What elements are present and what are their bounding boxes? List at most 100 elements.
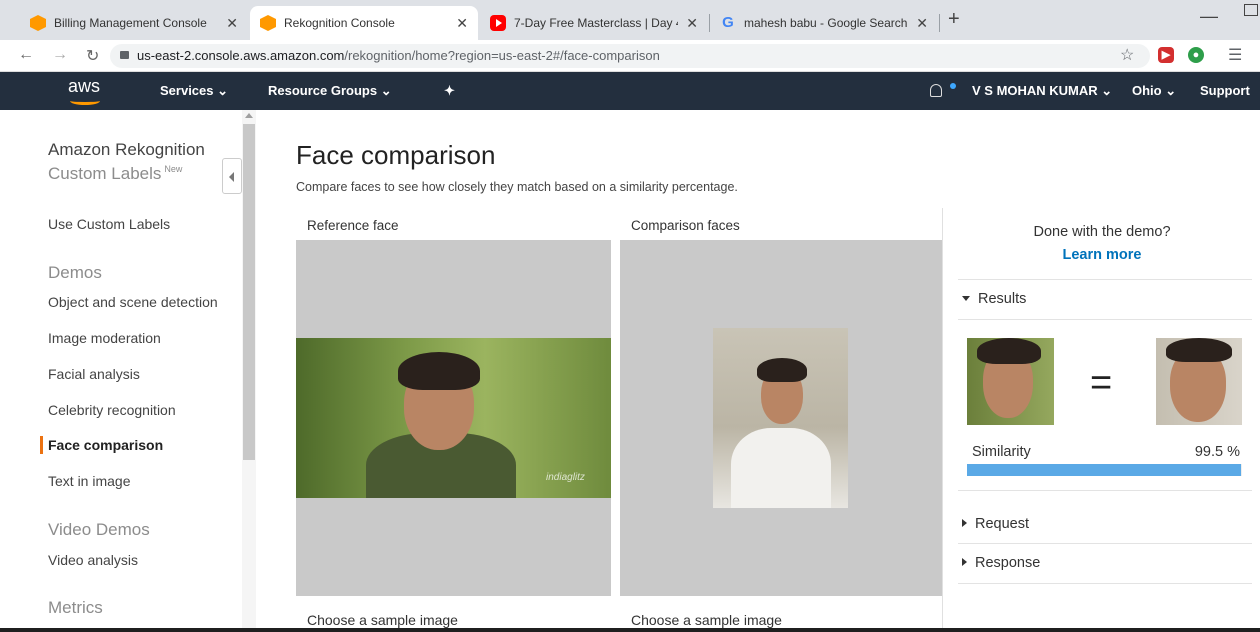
new-tab-button[interactable]: + <box>948 8 960 31</box>
close-icon[interactable]: ✕ <box>226 15 238 32</box>
reference-face-thumbnail <box>967 338 1054 425</box>
taskbar-edge <box>0 628 1260 632</box>
sidebar-head-label: Custom Labels <box>48 164 162 183</box>
sidebar-item-image-moderation[interactable]: Image moderation <box>48 330 161 346</box>
photo-shirt <box>731 428 831 508</box>
pin-icon[interactable]: ✦ <box>444 83 455 99</box>
sidebar: Amazon Rekognition Custom Labels New Use … <box>0 110 256 632</box>
url-host: us-east-2.console.aws.amazon.com <box>137 48 345 63</box>
divider <box>958 279 1252 280</box>
tab-rekognition-console[interactable]: Rekognition Console ✕ <box>250 6 478 40</box>
tab-title: mahesh babu - Google Search <box>744 16 908 30</box>
resource-groups-menu[interactable]: Resource Groups ⌄ <box>268 83 392 99</box>
tab-masterclass[interactable]: 7-Day Free Masterclass | Day 4 - | ✕ <box>480 6 708 40</box>
active-indicator <box>40 436 43 454</box>
sidebar-head-custom-labels: Custom Labels New <box>48 164 182 184</box>
youtube-icon <box>490 15 506 31</box>
new-badge: New <box>164 164 183 175</box>
results-section-toggle[interactable]: Results <box>962 291 1026 307</box>
learn-more-link[interactable]: Learn more <box>944 247 1260 263</box>
sidebar-item-facial-analysis[interactable]: Facial analysis <box>48 366 140 382</box>
similarity-value: 99.5 % <box>1194 444 1240 460</box>
tab-title: Billing Management Console <box>54 16 207 30</box>
aws-icon <box>30 15 46 31</box>
back-arrow-icon[interactable]: ← <box>18 46 34 64</box>
photo-hair <box>398 352 480 390</box>
request-label: Request <box>975 516 1030 532</box>
sidebar-head-metrics: Metrics <box>48 598 103 617</box>
divider <box>958 490 1252 491</box>
services-menu[interactable]: Services ⌄ <box>160 83 228 99</box>
aws-logo[interactable]: aws <box>66 76 110 106</box>
sidebar-title[interactable]: Amazon Rekognition <box>48 140 205 160</box>
similarity-bar-fill <box>967 464 1241 476</box>
minimize-icon[interactable]: — <box>1200 6 1218 27</box>
aws-smile-icon <box>70 97 100 105</box>
bell-icon[interactable] <box>930 84 942 97</box>
sidebar-item-use-custom-labels[interactable]: Use Custom Labels <box>48 216 170 232</box>
star-icon[interactable]: ☆ <box>1120 45 1134 65</box>
support-menu[interactable]: Support <box>1200 83 1250 98</box>
region-menu[interactable]: Ohio ⌄ <box>1132 83 1176 99</box>
close-icon[interactable]: ✕ <box>916 15 928 32</box>
collapse-sidebar-button[interactable] <box>222 158 242 194</box>
url-path: /rekognition/home?region=us-east-2#/face… <box>344 48 660 63</box>
comparison-face-thumbnail <box>1156 338 1242 425</box>
tab-title: 7-Day Free Masterclass | Day 4 - | <box>514 16 679 30</box>
caret-down-icon <box>962 296 970 301</box>
sidebar-item-video-analysis[interactable]: Video analysis <box>48 552 138 568</box>
aws-top-nav: aws Services ⌄ Resource Groups ⌄ ✦ V S M… <box>0 72 1260 110</box>
equals-sign: = <box>1090 362 1113 404</box>
extension-icon[interactable]: ● <box>1188 47 1204 63</box>
user-menu[interactable]: V S MOHAN KUMAR ⌄ <box>972 83 1112 99</box>
response-label: Response <box>975 555 1041 571</box>
close-icon[interactable]: ✕ <box>686 15 698 32</box>
reading-list-icon[interactable]: ☰ <box>1228 45 1242 65</box>
photo-hair <box>1166 338 1232 362</box>
sidebar-item-face-comparison[interactable]: Face comparison <box>48 437 163 453</box>
scroll-up-icon[interactable] <box>245 113 253 118</box>
browser-tab-strip: Billing Management Console ✕ Rekognition… <box>0 0 1260 40</box>
chevron-left-icon <box>229 172 234 182</box>
sidebar-item-celebrity-recognition[interactable]: Celebrity recognition <box>48 402 176 418</box>
tab-title: Rekognition Console <box>284 16 395 30</box>
close-icon[interactable]: ✕ <box>456 15 468 32</box>
notification-dot <box>950 83 956 89</box>
similarity-label: Similarity <box>972 444 1031 460</box>
google-icon: G <box>722 14 734 31</box>
divider <box>958 583 1252 584</box>
results-label: Results <box>978 291 1027 307</box>
photo-hair <box>757 358 807 382</box>
sidebar-head-demos: Demos <box>48 263 102 282</box>
tab-google-search[interactable]: G mahesh babu - Google Search ✕ <box>710 6 938 40</box>
divider <box>958 319 1252 320</box>
caret-right-icon <box>962 558 967 566</box>
reference-face-image: indiaglitz <box>296 338 611 498</box>
similarity-bar <box>967 464 1242 476</box>
reload-icon[interactable]: ↻ <box>86 46 99 66</box>
choose-comparison-sample[interactable]: Choose a sample image <box>631 612 782 628</box>
extension-icon[interactable]: ▶ <box>1158 47 1174 63</box>
tab-billing-console[interactable]: Billing Management Console ✕ <box>20 6 248 40</box>
aws-logo-text: aws <box>68 76 101 96</box>
done-with-demo-text: Done with the demo? <box>1033 224 1171 240</box>
choose-reference-sample[interactable]: Choose a sample image <box>307 612 458 628</box>
sidebar-scroll-thumb[interactable] <box>243 124 255 460</box>
forward-arrow-icon[interactable]: → <box>52 46 68 64</box>
caret-right-icon <box>962 519 967 527</box>
address-bar: ← → ↻ us-east-2.console.aws.amazon.com/r… <box>0 40 1260 72</box>
sidebar-head-video-demos: Video Demos <box>48 520 150 539</box>
sidebar-item-text-in-image[interactable]: Text in image <box>48 473 130 489</box>
page-title: Face comparison <box>296 140 496 170</box>
results-panel-divider <box>942 208 943 632</box>
lock-icon <box>120 51 129 59</box>
request-section-toggle[interactable]: Request <box>962 516 1029 532</box>
maximize-icon[interactable] <box>1244 4 1258 16</box>
url-field[interactable]: us-east-2.console.aws.amazon.com/rekogni… <box>110 44 1150 68</box>
page-subtitle: Compare faces to see how closely they ma… <box>296 180 738 194</box>
sidebar-item-object-detection[interactable]: Object and scene detection <box>48 294 218 310</box>
photo-hair <box>977 338 1041 364</box>
response-section-toggle[interactable]: Response <box>962 555 1040 571</box>
comparison-faces-heading: Comparison faces <box>631 218 740 233</box>
aws-icon <box>260 15 276 31</box>
